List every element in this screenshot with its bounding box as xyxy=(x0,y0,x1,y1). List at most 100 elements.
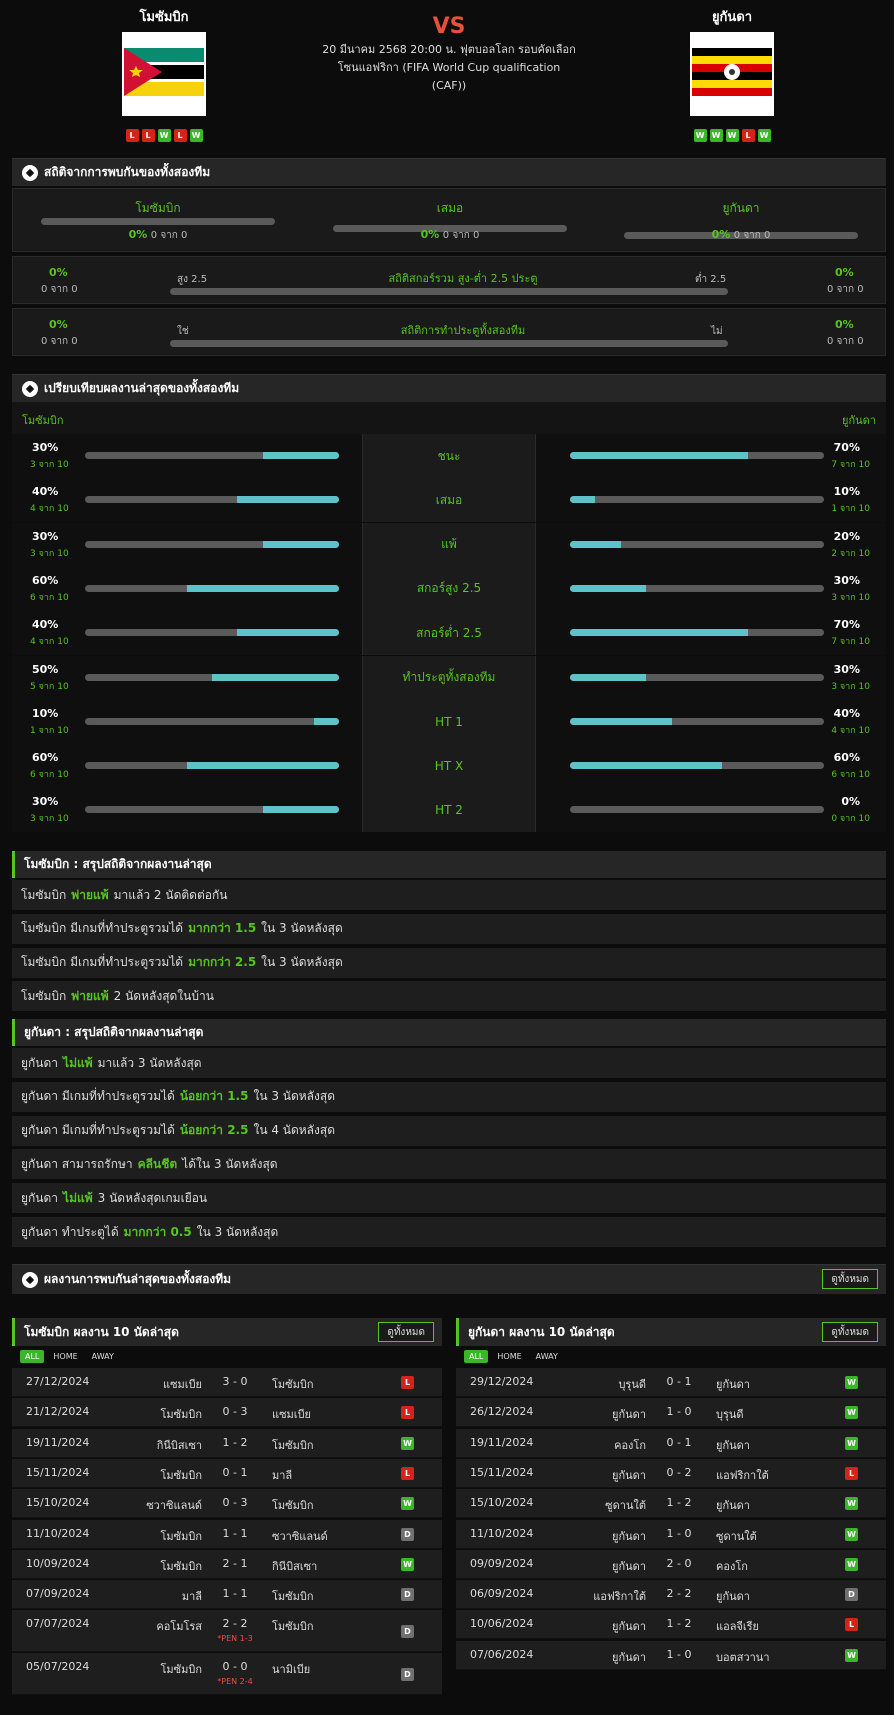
result-badge: D xyxy=(845,1588,858,1602)
result-row[interactable]: 15/10/2024 ซวาซิแลนด์ 0 - 3 โมซัมบิก W xyxy=(12,1489,442,1519)
compare-home-cell: 60% 6 จาก 10 xyxy=(12,744,362,789)
result-away-team[interactable]: ยูกันดา xyxy=(716,1375,750,1393)
away-see-all-button[interactable]: ดูทั้งหมด xyxy=(822,1322,878,1342)
result-home-team[interactable]: โมซัมบิก xyxy=(12,1466,202,1484)
tab-home[interactable]: HOME xyxy=(48,1350,82,1363)
result-away-team[interactable]: นามิเบีย xyxy=(272,1660,310,1678)
result-row[interactable]: 06/09/2024 แอฟริกาใต้ 2 - 2 ยูกันดา D xyxy=(456,1580,886,1610)
result-away-team[interactable]: โมซัมบิก xyxy=(272,1436,314,1454)
result-away-team[interactable]: แซมเบีย xyxy=(272,1405,311,1423)
h2h-see-all-button[interactable]: ดูทั้งหมด xyxy=(822,1269,878,1289)
result-row[interactable]: 15/10/2024 ซูดานใต้ 1 - 2 ยูกันดา W xyxy=(456,1489,886,1519)
result-badge: D xyxy=(401,1527,414,1541)
tab-all[interactable]: ALL xyxy=(20,1350,45,1363)
compare-team-labels: โมซัมบิก ยูกันดา xyxy=(12,402,886,434)
result-score: 1 - 0 xyxy=(666,1647,692,1661)
result-home-team[interactable]: โมซัมบิก xyxy=(12,1660,202,1678)
result-home-team[interactable]: มาลี xyxy=(12,1587,202,1605)
away-team-flag[interactable] xyxy=(690,32,774,116)
compare-row-label: สกอร์สูง 2.5 xyxy=(362,566,536,611)
result-away-team[interactable]: ซูดานใต้ xyxy=(716,1527,757,1545)
result-away-team[interactable]: โมซัมบิก xyxy=(272,1617,314,1635)
result-home-team[interactable]: ยูกันดา xyxy=(456,1557,646,1575)
result-away-team[interactable]: ยูกันดา xyxy=(716,1436,750,1454)
result-row[interactable]: 10/09/2024 โมซัมบิก 2 - 1 กินีบิสเซา W xyxy=(12,1549,442,1579)
result-home-team[interactable]: โมซัมบิก xyxy=(12,1405,202,1423)
result-row[interactable]: 07/09/2024 มาลี 1 - 1 โมซัมบิก D xyxy=(12,1580,442,1610)
result-home-team[interactable]: แซมเบีย xyxy=(12,1375,202,1393)
home-see-all-button[interactable]: ดูทั้งหมด xyxy=(378,1322,434,1342)
summary-row: ยูกันดา ทำประตูได้ มากกว่า 0.5 ใน 3 นัดหลั… xyxy=(12,1217,886,1247)
result-home-team[interactable]: แอฟริกาใต้ xyxy=(456,1587,646,1605)
result-score: 2 - 2 xyxy=(666,1587,692,1601)
result-row[interactable]: 15/11/2024 โมซัมบิก 0 - 1 มาลี L xyxy=(12,1458,442,1488)
result-badge: D xyxy=(401,1668,414,1682)
result-row[interactable]: 05/07/2024 โมซัมบิก 0 - 0 *PEN 2-4 นามิเบีย D xyxy=(12,1653,442,1696)
summary-text: ได้ใน 3 นัดหลังสุด xyxy=(182,1156,278,1171)
result-away-team[interactable]: บอตสวานา xyxy=(716,1648,770,1666)
result-home-team[interactable]: ยูกันดา xyxy=(456,1648,646,1666)
result-row[interactable]: 09/09/2024 ยูกันดา 2 - 0 คองโก W xyxy=(456,1549,886,1579)
result-home-team[interactable]: บุรุนดี xyxy=(456,1375,646,1393)
result-row[interactable]: 26/12/2024 ยูกันดา 1 - 0 บุรุนดี W xyxy=(456,1398,886,1428)
summary-text: 3 นัดหลังสุดเกมเยือน xyxy=(97,1190,208,1205)
result-home-team[interactable]: กินีบิสเซา xyxy=(12,1436,202,1454)
result-row[interactable]: 29/12/2024 บุรุนดี 0 - 1 ยูกันดา W xyxy=(456,1368,886,1397)
compare-home-bar-fill xyxy=(237,629,339,637)
summary-text: 2 นัดหลังสุดในบ้าน xyxy=(113,988,214,1003)
result-row[interactable]: 07/06/2024 ยูกันดา 1 - 0 บอตสวานา W xyxy=(456,1640,886,1670)
result-row[interactable]: 10/06/2024 ยูกันดา 1 - 2 แอลจีเรีย L xyxy=(456,1610,886,1640)
compare-home-cell: 30% 3 จาก 10 xyxy=(12,434,362,478)
compare-home-cell: 10% 1 จาก 10 xyxy=(12,699,362,744)
compare-away-bar-fill xyxy=(570,584,647,592)
tab-home[interactable]: HOME xyxy=(492,1350,526,1363)
summary-text: ใน 3 นัดหลังสุด xyxy=(261,955,343,970)
tab-away[interactable]: AWAY xyxy=(87,1350,119,1363)
result-row[interactable]: 11/10/2024 โมซัมบิก 1 - 1 ซวาซิแลนด์ D xyxy=(12,1519,442,1549)
home-team-flag[interactable] xyxy=(122,32,206,116)
result-row[interactable]: 21/12/2024 โมซัมบิก 0 - 3 แซมเบีย L xyxy=(12,1398,442,1428)
result-row[interactable]: 11/10/2024 ยูกันดา 1 - 0 ซูดานใต้ W xyxy=(456,1519,886,1549)
result-away-team[interactable]: ยูกันดา xyxy=(716,1496,750,1514)
summary-highlight: คลีนชีต xyxy=(137,1156,178,1171)
result-home-team[interactable]: โมซัมบิก xyxy=(12,1527,202,1545)
summary-row: ยูกันดา มีเกมที่ทำประตูรวมได้ น้อยกว่า 1.… xyxy=(12,1081,886,1112)
result-row[interactable]: 07/07/2024 คอโมโรส 2 - 2 *PEN 1-3 โมซัมบิก D xyxy=(12,1610,442,1653)
form-badge: L xyxy=(141,129,155,142)
result-row[interactable]: 19/11/2024 คองโก 0 - 1 ยูกันดา W xyxy=(456,1428,886,1458)
tab-away[interactable]: AWAY xyxy=(531,1350,563,1363)
result-away-team[interactable]: โมซัมบิก xyxy=(272,1496,314,1514)
result-home-team[interactable]: คองโก xyxy=(456,1436,646,1454)
result-home-team[interactable]: โมซัมบิก xyxy=(12,1557,202,1575)
result-away-team[interactable]: แอลจีเรีย xyxy=(716,1617,759,1635)
result-score: 1 - 1 xyxy=(222,1587,248,1601)
result-away-team[interactable]: แอฟริกาใต้ xyxy=(716,1466,769,1484)
result-away-team[interactable]: คองโก xyxy=(716,1557,748,1575)
result-home-team[interactable]: ยูกันดา xyxy=(456,1405,646,1423)
result-home-team[interactable]: ยูกันดา xyxy=(456,1527,646,1545)
result-row[interactable]: 19/11/2024 กินีบิสเซา 1 - 2 โมซัมบิก W xyxy=(12,1428,442,1458)
result-home-team[interactable]: ยูกันดา xyxy=(456,1617,646,1635)
summary-text: ใน 3 นัดหลังสุด xyxy=(261,921,343,936)
result-row[interactable]: 27/12/2024 แซมเบีย 3 - 0 โมซัมบิก L xyxy=(12,1368,442,1397)
result-home-team[interactable]: ยูกันดา xyxy=(456,1466,646,1484)
result-away-team[interactable]: โมซัมบิก xyxy=(272,1375,314,1393)
result-row[interactable]: 15/11/2024 ยูกันดา 0 - 2 แอฟริกาใต้ L xyxy=(456,1458,886,1488)
summary-highlight: น้อยกว่า 1.5 xyxy=(179,1089,249,1104)
home-team-name[interactable]: โมซัมบิก xyxy=(84,6,244,27)
result-home-team[interactable]: ซวาซิแลนด์ xyxy=(12,1496,202,1514)
result-away-team[interactable]: บุรุนดี xyxy=(716,1405,744,1423)
result-away-team[interactable]: กินีบิสเซา xyxy=(272,1557,317,1575)
result-away-team[interactable]: มาลี xyxy=(272,1466,292,1484)
compare-away-bar-fill xyxy=(570,717,672,725)
away-team-name[interactable]: ยูกันดา xyxy=(652,6,812,27)
tab-all[interactable]: ALL xyxy=(464,1350,489,1363)
result-away-team[interactable]: ซวาซิแลนด์ xyxy=(272,1527,328,1545)
summary-text: มาแล้ว 2 นัดติดต่อกัน xyxy=(113,887,228,902)
result-home-team[interactable]: คอโมโรส xyxy=(12,1617,202,1635)
result-away-team[interactable]: ยูกันดา xyxy=(716,1587,750,1605)
compare-home-pct: 50% xyxy=(32,662,59,676)
result-home-team[interactable]: ซูดานใต้ xyxy=(456,1496,646,1514)
result-away-team[interactable]: โมซัมบิก xyxy=(272,1587,314,1605)
compare-home-bar xyxy=(85,496,339,504)
